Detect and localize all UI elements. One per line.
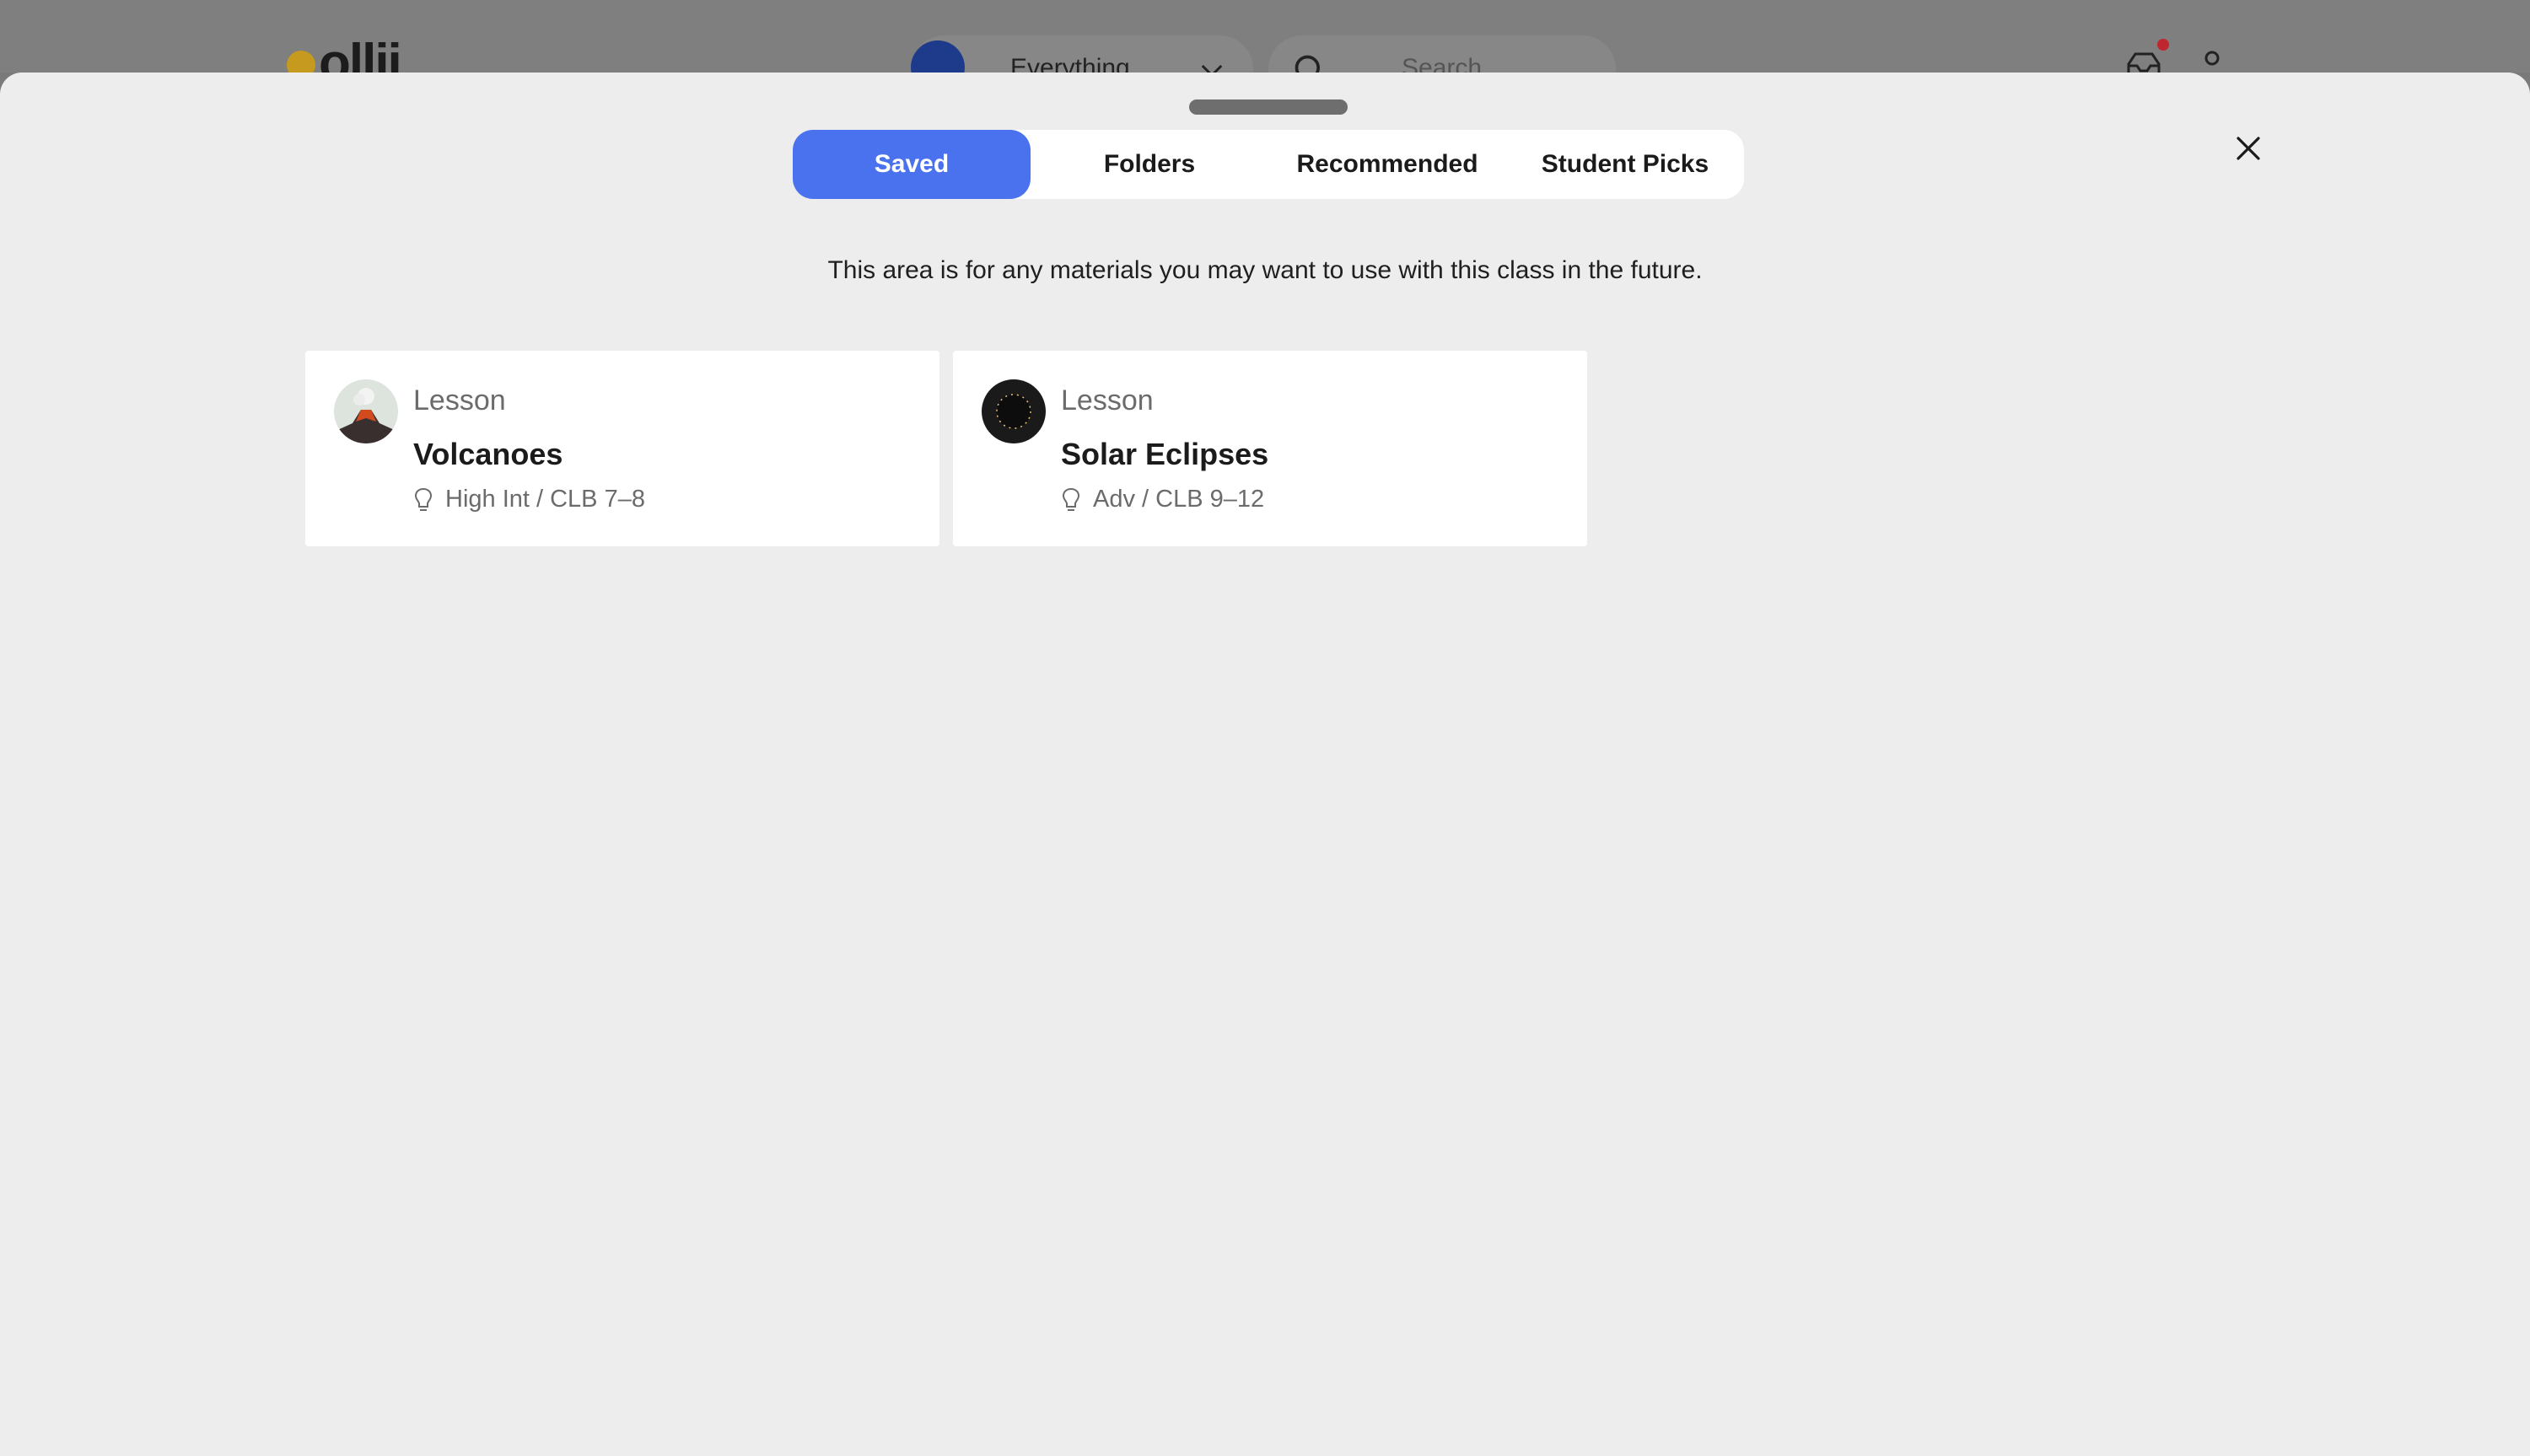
tab-folders[interactable]: Folders xyxy=(1031,130,1268,199)
tab-saved[interactable]: Saved xyxy=(793,130,1031,199)
lightbulb-icon xyxy=(414,487,433,511)
profile-icon[interactable] xyxy=(2203,49,2221,67)
tab-recommended[interactable]: Recommended xyxy=(1268,130,1506,199)
tab-student-picks[interactable]: Student Picks xyxy=(1506,130,1744,199)
lesson-card-volcanoes[interactable]: Lesson Volcanoes High Int / CLB 7–8 xyxy=(305,351,939,546)
tab-bar: Saved Folders Recommended Student Picks xyxy=(793,130,1744,199)
card-kind: Lesson xyxy=(413,384,506,416)
close-icon[interactable] xyxy=(2226,126,2270,170)
card-kind: Lesson xyxy=(1061,384,1154,416)
card-title: Volcanoes xyxy=(413,437,563,471)
solar-eclipse-icon xyxy=(982,379,1046,443)
lightbulb-icon xyxy=(1062,487,1080,511)
saved-materials-sheet: Saved Folders Recommended Student Picks … xyxy=(0,73,2530,1456)
card-level: High Int / CLB 7–8 xyxy=(413,486,645,513)
notification-dot xyxy=(2157,39,2169,51)
drag-handle[interactable] xyxy=(1189,99,1348,115)
lesson-card-solar-eclipses[interactable]: Lesson Solar Eclipses Adv / CLB 9–12 xyxy=(953,351,1587,546)
card-level-text: High Int / CLB 7–8 xyxy=(445,486,645,513)
volcano-icon xyxy=(334,379,398,443)
saved-description: This area is for any materials you may w… xyxy=(827,256,1703,284)
card-title: Solar Eclipses xyxy=(1061,437,1269,471)
card-level: Adv / CLB 9–12 xyxy=(1061,486,1264,513)
app-header: ollii Everything Search xyxy=(0,0,2530,103)
card-level-text: Adv / CLB 9–12 xyxy=(1093,486,1265,513)
